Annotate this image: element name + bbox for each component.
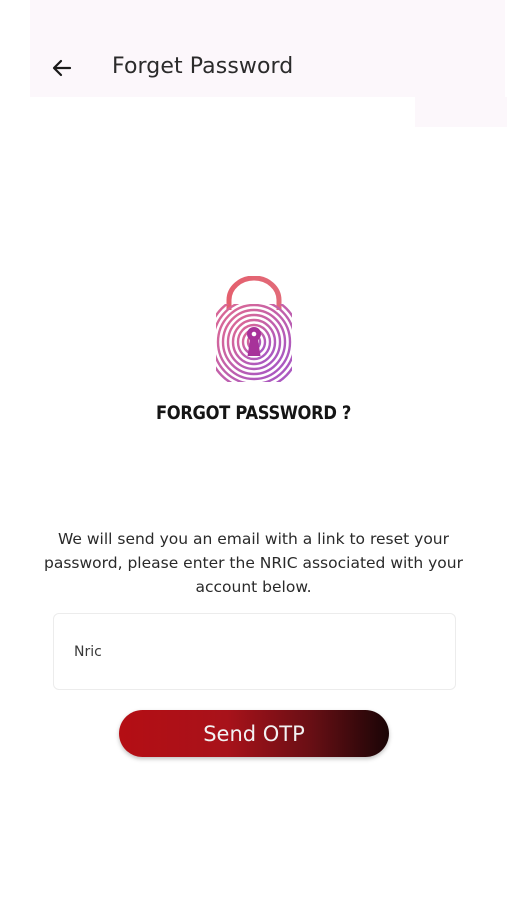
send-otp-button[interactable]: Send OTP (119, 710, 389, 757)
app-bar (30, 0, 505, 97)
back-button[interactable] (46, 52, 78, 84)
instructions-text: We will send you an email with a link to… (44, 530, 463, 596)
page-title: Forget Password (112, 54, 294, 79)
forgot-password-heading: FORGOT PASSWORD ? (155, 402, 352, 424)
arrow-left-icon (52, 59, 72, 77)
send-otp-label: Send OTP (203, 721, 305, 746)
forget-password-screen: Forget Password FORGOT PASSWORD ? We wil… (0, 0, 507, 900)
app-bar-background (415, 97, 507, 127)
fingerprint-lock-icon (216, 276, 292, 382)
nric-input[interactable] (53, 613, 456, 690)
